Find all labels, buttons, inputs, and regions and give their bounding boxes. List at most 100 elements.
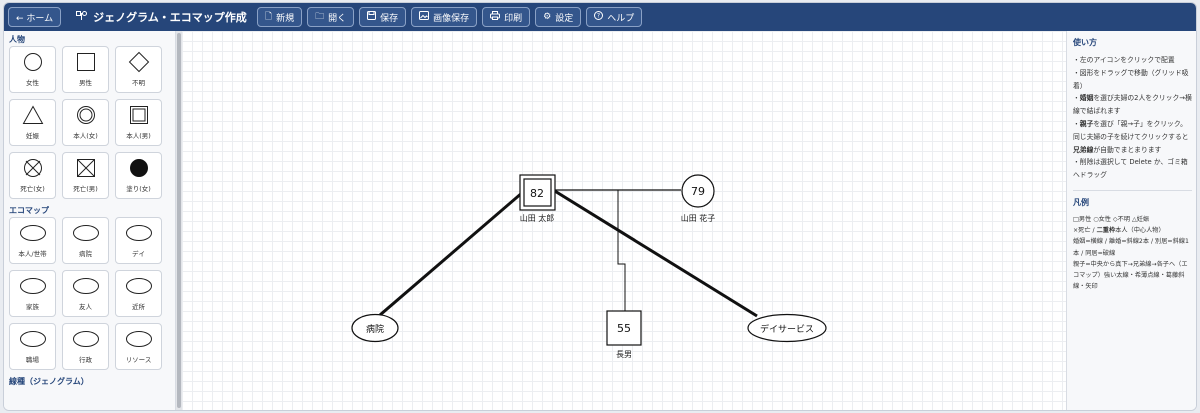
ellipse-icon: [72, 225, 99, 241]
self-age: 82: [530, 187, 544, 200]
tile-self-female[interactable]: 本人(女): [62, 99, 109, 146]
tile-deceased-male[interactable]: 死亡(男): [62, 152, 109, 199]
son-age: 55: [617, 322, 631, 335]
tile-government[interactable]: 行政: [62, 323, 109, 370]
ecomap-grid: 本人/世帯 病院 デイ 家族 友人 近所 職場 行政 リソース: [4, 217, 175, 370]
male-square-icon: [76, 53, 95, 71]
connection-self-hospital[interactable]: [379, 178, 538, 317]
usage-title: 使い方: [1073, 38, 1097, 47]
self-male-icon: [129, 106, 148, 124]
help-icon: ?: [594, 11, 604, 23]
tile-label: 本人(女): [73, 132, 98, 140]
legend-line: 親子=中央から真下→兄弟線→各子へ（エコマップ）強い太線・希薄点線・葛藤斜線・矢…: [1073, 260, 1188, 291]
home-button[interactable]: ← ホーム: [8, 7, 62, 27]
tile-female[interactable]: 女性: [9, 46, 56, 93]
open-button[interactable]: 🗀 開く: [307, 7, 355, 27]
female-circle-icon: [23, 53, 42, 71]
ellipse-icon: [125, 225, 152, 241]
legend-line: 婚姻=横線 / 離婚=斜線2本 / 別居=斜線1本 / 同居=破線: [1073, 238, 1189, 257]
ellipse-icon: [125, 278, 152, 294]
tile-label: 塗り(女): [126, 185, 151, 193]
settings-label: 設定: [555, 13, 574, 24]
tile-label: 女性: [26, 79, 39, 87]
help-label: ヘルプ: [607, 13, 635, 24]
ellipse-icon: [72, 331, 99, 347]
print-icon: [490, 11, 501, 23]
home-label: ← ホーム: [16, 13, 54, 24]
deceased-male-icon: [76, 159, 95, 177]
tile-day-service[interactable]: デイ: [115, 217, 162, 264]
palette-panel: 人物 女性 男性 不明 妊娠 本人(女) 本人(男) 死亡(女) 死亡(男) 塗…: [4, 31, 176, 410]
app-window: ← ホーム ジェノグラム・エコマップ作成 🗋 新規 🗀 開く 保存 画像保存 印刷 …: [3, 2, 1197, 411]
genogram-icon: [76, 10, 88, 24]
palette-scrollbar-thumb[interactable]: [177, 33, 181, 408]
gear-icon: ⚙: [543, 11, 552, 22]
connection-self-dayservice[interactable]: [536, 178, 758, 318]
tile-label: デイ: [132, 250, 145, 258]
ellipse-icon: [72, 278, 99, 294]
tile-label: 妊娠: [26, 132, 39, 140]
help-button[interactable]: ? ヘルプ: [586, 7, 643, 27]
drawing-canvas[interactable]: 82 山田 太郎 79 山田 花子 55 長男 病院 デイサービス: [182, 31, 1066, 410]
toolbar: ← ホーム ジェノグラム・エコマップ作成 🗋 新規 🗀 開く 保存 画像保存 印刷 …: [4, 3, 1196, 31]
usage-line: ・図形をドラッグで移動（グリッド吸着）: [1073, 68, 1189, 90]
file-icon: 🗋: [264, 11, 273, 22]
save-button[interactable]: 保存: [359, 7, 407, 27]
tile-label: 死亡(男): [73, 185, 98, 193]
tile-neighbor[interactable]: 近所: [115, 270, 162, 317]
new-label: 新規: [276, 13, 295, 24]
tile-family[interactable]: 家族: [9, 270, 56, 317]
self-name: 山田 太郎: [520, 213, 555, 223]
tile-label: 死亡(女): [20, 185, 45, 193]
people-grid: 女性 男性 不明 妊娠 本人(女) 本人(男) 死亡(女) 死亡(男) 塗り(女…: [4, 46, 175, 199]
tile-label: リソース: [125, 356, 152, 364]
save-image-button[interactable]: 画像保存: [411, 7, 478, 27]
tile-male[interactable]: 男性: [62, 46, 109, 93]
lines-section-title: 線種（ジェノグラム）: [9, 376, 89, 386]
ellipse-icon: [19, 225, 46, 241]
tile-hospital[interactable]: 病院: [62, 217, 109, 264]
usage-line: ・削除は選択して Delete か、ゴミ箱へドラッグ: [1073, 158, 1188, 180]
save-icon: [367, 11, 377, 23]
pregnancy-triangle-icon: [22, 105, 43, 124]
usage-text: ・左のアイコンをクリックで配置 ・図形をドラッグで移動（グリッド吸着） ・婚姻を…: [1073, 54, 1192, 182]
tile-label: 近所: [132, 303, 145, 311]
tile-unknown[interactable]: 不明: [115, 46, 162, 93]
app-title-text: ジェノグラム・エコマップ作成: [93, 11, 247, 24]
filled-female-icon: [129, 159, 148, 177]
tile-self-male[interactable]: 本人(男): [115, 99, 162, 146]
tile-label: 不明: [132, 79, 145, 87]
tile-filled-female[interactable]: 塗り(女): [115, 152, 162, 199]
son-name: 長男: [616, 350, 632, 359]
folder-icon: 🗀: [315, 11, 325, 22]
legend-line: ×死亡 / 二重枠本人（中心人物）: [1073, 227, 1165, 235]
divider: [1073, 189, 1192, 191]
tile-household[interactable]: 本人/世帯: [9, 217, 56, 264]
tile-label: 行政: [79, 356, 92, 364]
tile-label: 病院: [79, 250, 92, 258]
app-title: ジェノグラム・エコマップ作成: [76, 9, 247, 25]
hospital-label: 病院: [366, 323, 384, 335]
help-panel: 使い方 ・左のアイコンをクリックで配置 ・図形をドラッグで移動（グリッド吸着） …: [1066, 31, 1196, 410]
ellipse-icon: [19, 331, 46, 347]
tile-workplace[interactable]: 職場: [9, 323, 56, 370]
open-label: 開く: [328, 13, 347, 24]
legend-text: □男性 ○女性 ◇不明 △妊娠 ×死亡 / 二重枠本人（中心人物） 婚姻=横線 …: [1073, 214, 1192, 292]
parent-child-line[interactable]: [617, 190, 626, 311]
settings-button[interactable]: ⚙ 設定: [535, 7, 582, 27]
tile-friend[interactable]: 友人: [62, 270, 109, 317]
genogram-diagram: 82 山田 太郎 79 山田 花子 55 長男 病院 デイサービス: [351, 174, 827, 359]
new-button[interactable]: 🗋 新規: [256, 7, 303, 27]
tile-deceased-female[interactable]: 死亡(女): [9, 152, 56, 199]
legend-title: 凡例: [1073, 197, 1089, 207]
tile-label: 男性: [79, 79, 92, 87]
save-label: 保存: [380, 13, 399, 24]
print-button[interactable]: 印刷: [482, 7, 531, 27]
svg-text:?: ?: [597, 13, 600, 20]
print-label: 印刷: [504, 13, 523, 24]
ellipse-icon: [19, 278, 46, 294]
tile-label: 職場: [26, 356, 39, 364]
tile-resource[interactable]: リソース: [115, 323, 162, 370]
save-image-label: 画像保存: [433, 13, 470, 24]
tile-pregnancy[interactable]: 妊娠: [9, 99, 56, 146]
